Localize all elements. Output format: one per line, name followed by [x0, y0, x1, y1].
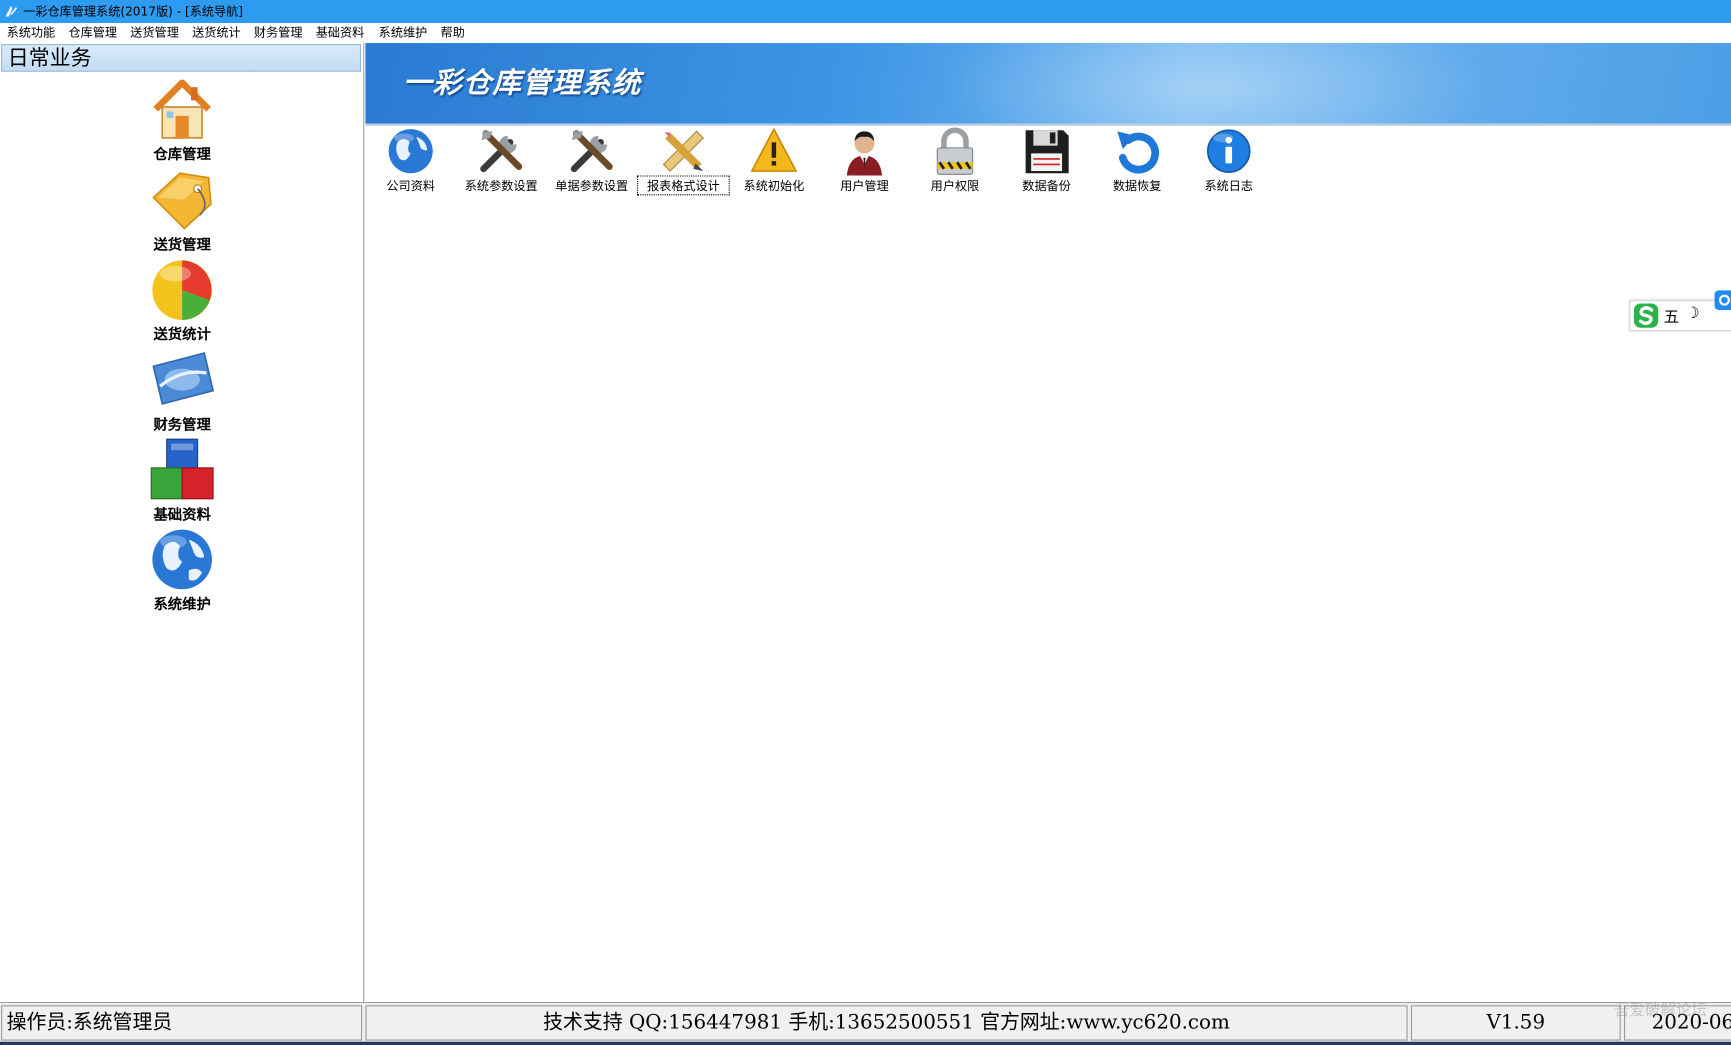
ruler-pencil-icon	[662, 130, 705, 172]
link-icon	[1714, 290, 1731, 311]
lock-icon	[936, 127, 974, 175]
sidebar-item-label: 送货管理	[153, 237, 211, 254]
tool-label: 系统初始化	[743, 178, 805, 194]
sidebar-item-label: 系统维护	[153, 596, 211, 614]
tool-data-backup[interactable]: 数据备份	[1001, 127, 1092, 195]
tool-label: 系统日志	[1204, 178, 1254, 194]
tools-icon	[570, 130, 613, 173]
house-icon	[153, 79, 211, 139]
banner-shine	[939, 43, 1492, 124]
tool-label: 报表格式设计	[637, 175, 730, 196]
main-area: 一彩仓库管理系统 公司资料 系统参数设置 单据参数设置 报表格式设计 系统初始化…	[365, 43, 1731, 1002]
sidebar-item-label: 仓库管理	[153, 146, 211, 164]
watermark: 吾爱破解论坛	[1614, 1001, 1707, 1020]
tool-document-params[interactable]: 单据参数设置	[546, 127, 637, 195]
tool-company-info[interactable]: 公司资料	[365, 127, 456, 195]
user-icon	[846, 131, 883, 176]
window-title: 一彩仓库管理系统(2017版) - [系统导航]	[23, 4, 244, 19]
menu-maintenance[interactable]: 系统维护	[379, 25, 428, 40]
tool-label: 数据备份	[1022, 178, 1071, 194]
sidebar-header: 日常业务	[1, 44, 362, 72]
title-bar[interactable]: 一彩仓库管理系统(2017版) - [系统导航]	[0, 0, 1731, 24]
tool-report-design[interactable]: 报表格式设计	[637, 127, 730, 196]
sogou-ime-icon	[1633, 303, 1659, 328]
sidebar-item-finance[interactable]: 财务管理	[121, 346, 242, 434]
tool-label: 用户权限	[930, 178, 980, 194]
warning-icon	[750, 128, 797, 172]
ime-toolbar[interactable]: 五 ☽	[1629, 290, 1731, 332]
moon-icon: ☽	[1685, 304, 1700, 323]
restore-icon	[1117, 131, 1160, 174]
tool-label: 公司资料	[386, 178, 435, 194]
sidebar-item-warehouse[interactable]: 仓库管理	[121, 76, 242, 164]
tool-label: 用户管理	[840, 178, 889, 194]
sidebar-item-delivery-stats[interactable]: 送货统计	[121, 256, 242, 344]
menu-basic-data[interactable]: 基础资料	[316, 25, 365, 40]
menu-help[interactable]: 帮助	[440, 25, 464, 40]
menu-system-functions[interactable]: 系统功能	[7, 25, 56, 40]
sidebar-item-delivery[interactable]: 送货管理	[121, 167, 242, 255]
status-operator: 操作员:系统管理员	[1, 1005, 363, 1041]
globe-icon	[152, 529, 212, 590]
status-version: V1.59	[1410, 1005, 1621, 1041]
menu-delivery[interactable]: 送货管理	[130, 25, 179, 40]
app-icon	[5, 5, 18, 17]
blocks-icon	[150, 438, 214, 500]
menu-bar: 系统功能 仓库管理 送货管理 送货统计 财务管理 基础资料 系统维护 帮助	[0, 23, 1731, 44]
tool-label: 数据恢复	[1112, 178, 1162, 194]
sidebar-item-basic-data[interactable]: 基础资料	[121, 437, 242, 525]
status-support: 技术支持 QQ:156447981 手机:13652500551 官方网址:ww…	[365, 1005, 1408, 1041]
floppy-icon	[1025, 130, 1069, 174]
tool-user-permissions[interactable]: 用户权限	[910, 127, 1001, 195]
banner-divider	[365, 123, 1731, 126]
sidebar-item-label: 送货统计	[153, 326, 211, 344]
tool-data-restore[interactable]: 数据恢复	[1092, 127, 1183, 195]
tool-user-management[interactable]: 用户管理	[819, 127, 910, 195]
menu-delivery-stats[interactable]: 送货统计	[192, 25, 241, 40]
status-bar: 操作员:系统管理员 技术支持 QQ:156447981 手机:136525005…	[0, 1001, 1731, 1042]
tool-system-init[interactable]: 系统初始化	[729, 127, 820, 195]
ime-mode: 五	[1663, 308, 1680, 327]
tool-system-log[interactable]: 系统日志	[1183, 127, 1274, 195]
sidebar-item-maintenance[interactable]: 系统维护	[121, 526, 242, 614]
menu-finance[interactable]: 财务管理	[254, 25, 303, 40]
pie-chart-icon	[152, 260, 212, 321]
banner: 一彩仓库管理系统	[365, 43, 1731, 124]
info-icon	[1206, 129, 1251, 173]
card-icon	[152, 352, 215, 405]
sidebar-item-label: 财务管理	[153, 417, 211, 434]
tag-icon	[152, 172, 212, 230]
sidebar-item-label: 基础资料	[153, 507, 211, 525]
tool-system-params[interactable]: 系统参数设置	[456, 127, 547, 195]
sidebar: 日常业务 仓库管理 送货管理 送货统计 财务管理 基础资料 系统维护	[0, 43, 365, 1002]
tool-label: 系统参数设置	[464, 178, 538, 194]
globe-icon	[388, 129, 433, 174]
banner-title: 一彩仓库管理系统	[402, 67, 642, 101]
tool-label: 单据参数设置	[555, 178, 629, 194]
menu-warehouse[interactable]: 仓库管理	[68, 25, 117, 40]
tools-icon	[480, 130, 523, 173]
